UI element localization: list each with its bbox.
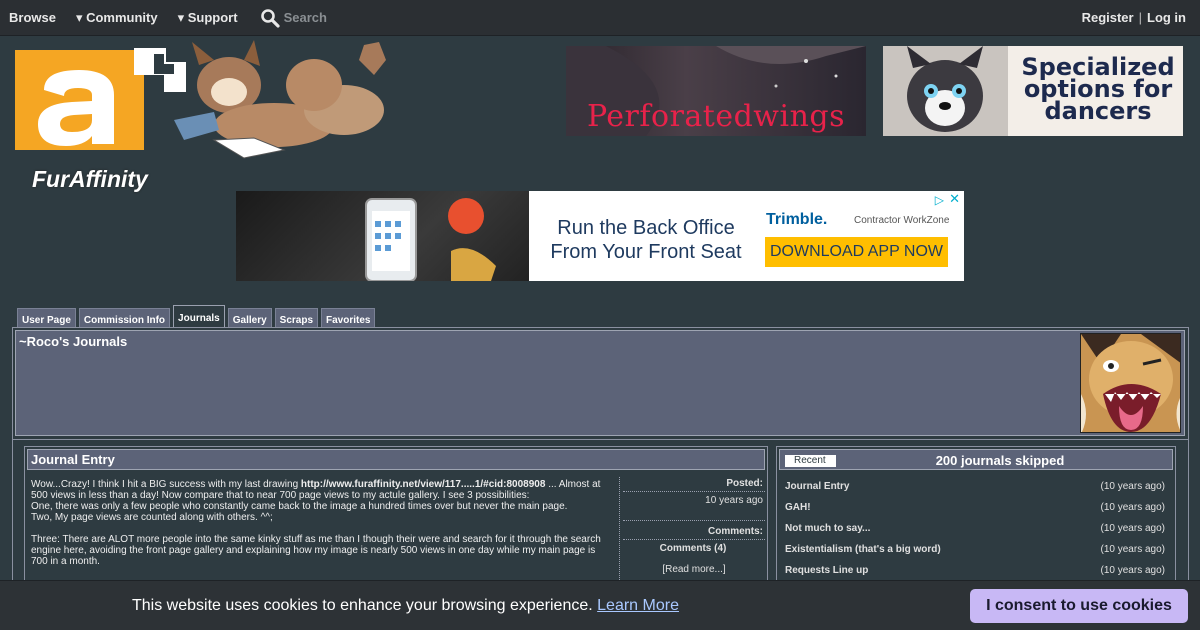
journal-paragraph: Two, My page views are counted along wit…	[31, 512, 273, 523]
adchoices-icon[interactable]: ▷	[935, 193, 944, 207]
list-item[interactable]: Journal Entry (10 years ago)	[785, 481, 1165, 502]
journal-entry-heading[interactable]: Journal Entry	[27, 449, 765, 470]
search-icon[interactable]	[260, 8, 280, 28]
journal-title[interactable]: Existentialism (that's a big word)	[785, 544, 941, 565]
journal-paragraph: Wow...Crazy! I think I hit a BIG success…	[31, 479, 609, 501]
journal-title[interactable]: GAH!	[785, 502, 811, 523]
recent-journals: 200 journals skipped Recent Journal Entr…	[776, 446, 1176, 586]
nav-browse[interactable]: Browse	[0, 10, 66, 25]
cookie-banner: This website uses cookies to enhance you…	[0, 580, 1200, 630]
comments-link[interactable]: Comments (4)	[623, 540, 765, 556]
recent-tab[interactable]: Recent	[785, 455, 836, 467]
journal-title[interactable]: Journal Entry	[785, 481, 849, 502]
cookie-message-text: This website uses cookies to enhance you…	[132, 597, 593, 614]
account-links: Register | Log in	[1082, 10, 1200, 25]
nav-community[interactable]: ▾ Community	[66, 10, 168, 26]
comments-label: Comments:	[623, 525, 765, 540]
trimble-ad[interactable]: Run the Back Office From Your Front Seat…	[236, 191, 964, 281]
nav-support[interactable]: ▾ Support	[168, 10, 248, 26]
journal-age: (10 years ago)	[1100, 523, 1165, 534]
login-link[interactable]: Log in	[1147, 10, 1186, 25]
banner-ad-dancers[interactable]: Specialized options for dancers	[883, 46, 1183, 136]
journal-paragraph: Three: There are ALOT more people into t…	[31, 534, 601, 567]
journal-title[interactable]: Not much to say...	[785, 523, 870, 544]
search-input[interactable]	[283, 10, 444, 25]
learn-more-link[interactable]: Learn More	[597, 597, 679, 614]
page-title: ~Roco's Journals	[19, 334, 128, 349]
banner-ad-image	[883, 46, 1008, 136]
read-more-link[interactable]: [Read more...]	[623, 564, 765, 575]
list-item[interactable]: Not much to say... (10 years ago)	[785, 523, 1165, 544]
user-avatar[interactable]	[1080, 333, 1181, 433]
journal-entry-body: Wow...Crazy! I think I hit a BIG success…	[31, 479, 609, 567]
recent-journals-list: Journal Entry (10 years ago) GAH! (10 year…	[785, 481, 1165, 586]
journal-age: (10 years ago)	[1100, 502, 1165, 513]
journals-skipped-label: 200 journals skipped	[935, 453, 1065, 468]
ad-brand-sub: Contractor WorkZone	[854, 215, 950, 226]
journal-age: (10 years ago)	[1100, 544, 1165, 555]
banner-ad-perforatedwings[interactable]: Perforatedwings	[566, 46, 866, 136]
journal-age: (10 years ago)	[1100, 481, 1165, 492]
register-link[interactable]: Register	[1082, 10, 1134, 25]
journal-meta: Posted: 10 years ago Comments: Comments …	[619, 477, 765, 582]
journal-header-panel: ~Roco's Journals	[15, 330, 1185, 436]
banner-ad-text: Perforatedwings	[586, 99, 846, 134]
banner-ad-text: Specialized options for dancers	[1021, 53, 1175, 125]
cookie-message: This website uses cookies to enhance you…	[132, 597, 679, 615]
posted-label: Posted:	[623, 477, 765, 492]
ad-cta-button[interactable]: DOWNLOAD APP NOW	[765, 237, 948, 267]
journal-paragraph: One, there was only a few people who con…	[31, 501, 568, 512]
list-item[interactable]: GAH! (10 years ago)	[785, 502, 1165, 523]
site-logo[interactable]: FurAffinity	[14, 40, 424, 192]
logo-text: FurAffinity	[32, 166, 148, 192]
logo-mascot-graphic	[15, 40, 386, 159]
account-separator: |	[1138, 10, 1142, 25]
ad-headline: Run the Back Office From Your Front Seat	[550, 217, 742, 263]
cookie-consent-button[interactable]: I consent to use cookies	[970, 589, 1188, 623]
ad-close-icon[interactable]: ✕	[949, 191, 960, 207]
top-nav: Browse ▾ Community ▾ Support Register | …	[0, 0, 1200, 36]
journal-link[interactable]: http://www.furaffinity.net/view/117.....…	[301, 479, 546, 490]
posted-value: 10 years ago	[623, 492, 765, 521]
journal-entry: Journal Entry Wow...Crazy! I think I hit…	[24, 446, 768, 586]
journal-text: Wow...Crazy! I think I hit a BIG success…	[31, 479, 301, 490]
ad-photo	[236, 191, 529, 281]
ad-brand: Trimble.	[766, 211, 828, 228]
list-item[interactable]: Existentialism (that's a big word) (10 ye…	[785, 544, 1165, 565]
search-box	[260, 8, 444, 28]
recent-journals-header: 200 journals skipped Recent	[779, 449, 1173, 470]
